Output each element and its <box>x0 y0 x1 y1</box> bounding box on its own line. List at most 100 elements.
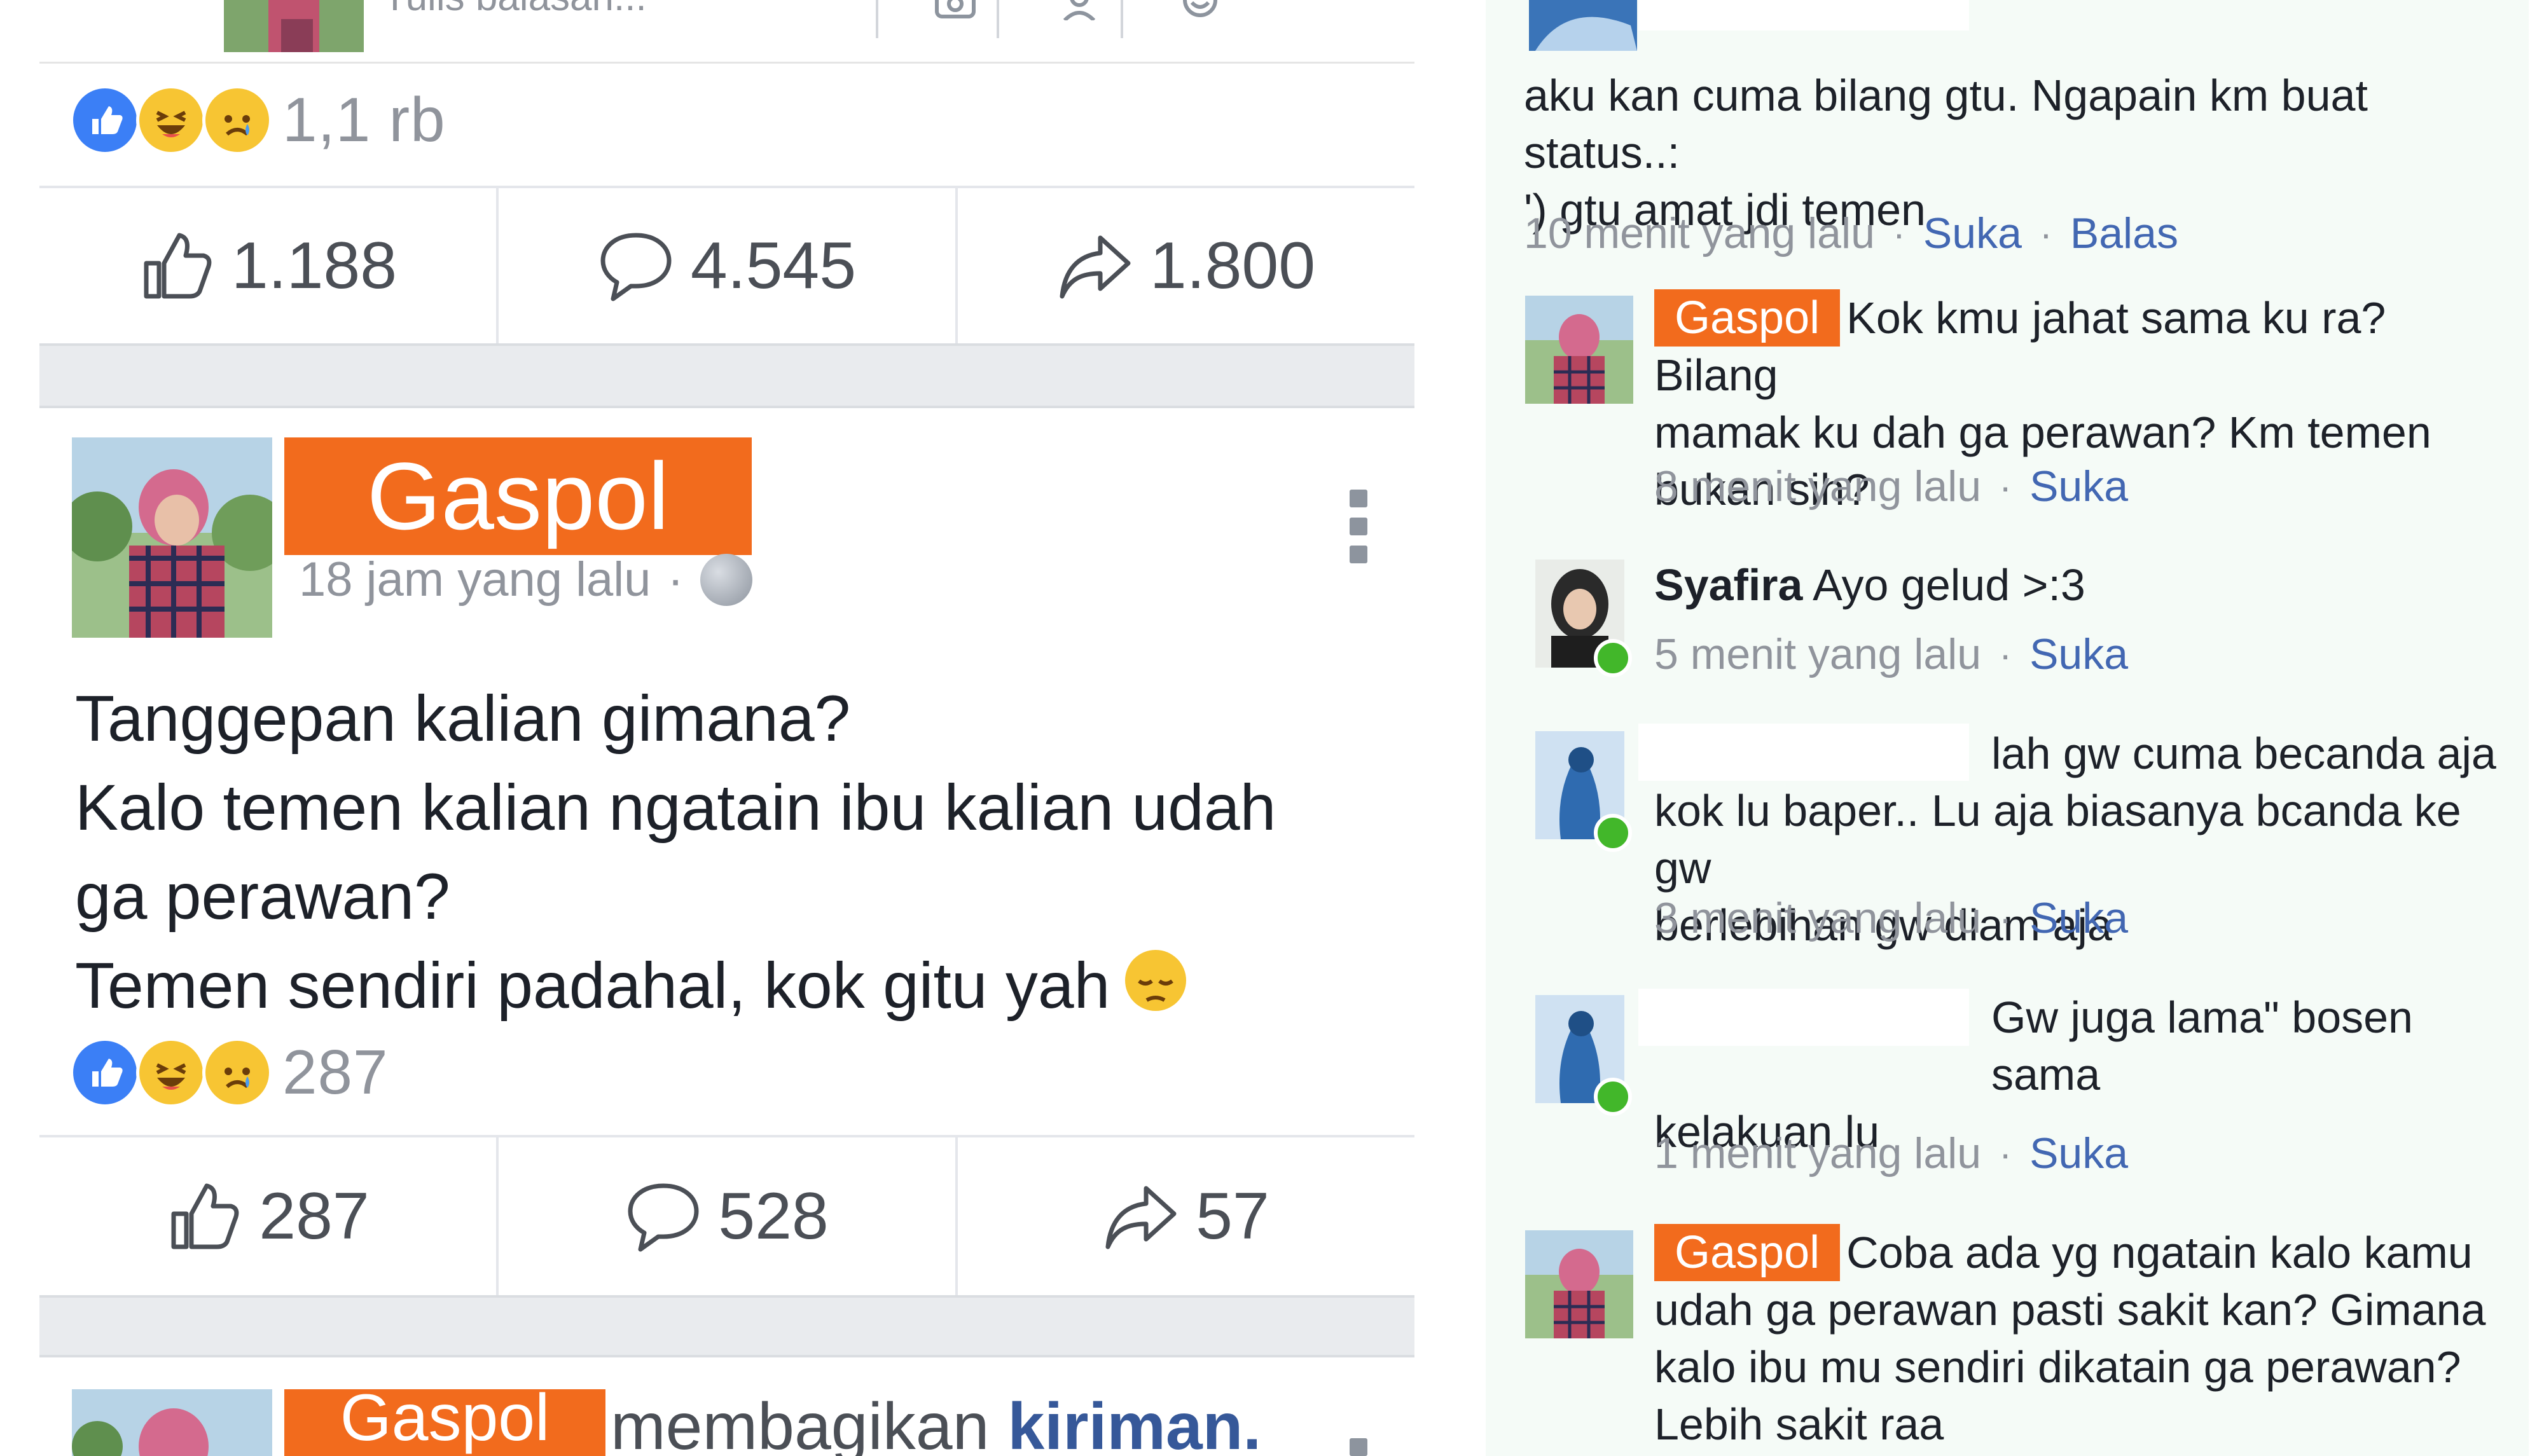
author-name[interactable]: Gaspol <box>284 1381 605 1456</box>
like-count: 287 <box>259 1179 370 1253</box>
comment-line: Coba ada yg ngatain kalo kamu <box>1846 1228 2473 1277</box>
reaction-summary[interactable]: 287 <box>70 1036 389 1108</box>
meta-dot: · <box>2039 212 2052 255</box>
reaction-summary[interactable]: 1,1 rb <box>70 84 446 156</box>
meta-dot: · <box>1999 896 2012 940</box>
avatar <box>224 0 364 52</box>
post-action-bar: 1.188 4.545 1.800 <box>39 186 1414 343</box>
like-reaction-icon <box>70 85 140 155</box>
comment-line: Lebih sakit raa <box>1654 1399 1944 1449</box>
like-comment-link[interactable]: Suka <box>2029 893 2128 943</box>
haha-reaction-icon <box>136 1037 206 1108</box>
comment-meta: 5 menit yang lalu · Suka <box>1654 629 2128 679</box>
sad-reaction-icon <box>202 85 272 155</box>
like-comment-link[interactable]: Suka <box>2029 629 2128 679</box>
post-line-with-emoji: Temen sendiri padahal, kok gitu yah <box>75 941 1398 1030</box>
sticker-icon[interactable] <box>1057 0 1102 27</box>
shared-post-link[interactable]: kiriman. <box>1007 1390 1261 1456</box>
divider <box>1121 0 1123 38</box>
reaction-count: 1,1 rb <box>282 85 446 155</box>
pensive-emoji-icon <box>1125 950 1187 1011</box>
comment-meta: 3 menit yang lalu · Suka <box>1654 893 2128 943</box>
post-line: Tanggepan kalian gimana? <box>75 682 851 755</box>
share-button[interactable]: 57 <box>958 1137 1414 1295</box>
comments-panel: aku kan cuma bilang gtu. Ngapain km buat… <box>1486 0 2544 1456</box>
author-avatar[interactable] <box>72 437 272 638</box>
comment-line: Gw juga lama" bosen sama <box>1991 992 2413 1099</box>
reaction-count: 287 <box>282 1037 389 1107</box>
online-status-icon <box>1594 814 1632 852</box>
comment-time[interactable]: 5 menit yang lalu <box>1654 629 1981 679</box>
shared-post-line: membagikan kiriman. <box>611 1389 1261 1456</box>
more-options-icon[interactable] <box>1350 490 1369 573</box>
post-time[interactable]: 18 jam yang lalu <box>299 552 651 607</box>
divider <box>997 0 999 38</box>
like-button[interactable]: 1.188 <box>39 188 499 343</box>
share-arrow-icon <box>1060 235 1131 299</box>
author-name[interactable]: Gaspol <box>284 437 752 555</box>
meta-dot: · <box>1999 633 2012 676</box>
commenter-avatar[interactable] <box>1529 0 1637 51</box>
comment-text: Syafira Ayo gelud >:3 <box>1654 556 2519 614</box>
reply-comment-link[interactable]: Balas <box>2070 209 2178 258</box>
like-count: 1.188 <box>231 228 398 303</box>
comment-button[interactable]: 528 <box>499 1137 958 1295</box>
comment-time[interactable]: 8 menit yang lalu <box>1654 462 1981 511</box>
comment-meta: 1 menit yang lalu · Suka <box>1654 1129 2128 1178</box>
share-count: 1.800 <box>1149 228 1316 303</box>
reply-composer[interactable]: Tulis balasan... <box>39 0 1414 64</box>
like-comment-link[interactable]: Suka <box>2029 462 2128 511</box>
comment-count: 528 <box>718 1179 829 1253</box>
divider <box>876 0 878 38</box>
post-line: Temen sendiri padahal, kok gitu yah <box>75 949 1110 1022</box>
sad-reaction-icon <box>202 1037 272 1108</box>
comment-line: mamak ku dah ga perawan? Km temen <box>1654 408 2431 457</box>
emoji-icon[interactable] <box>1178 0 1222 27</box>
post-feed-panel: Tulis balasan... 1,1 rb 1.188 <box>0 0 1444 1456</box>
feed-separator <box>39 1295 1414 1357</box>
online-status-icon <box>1594 1078 1632 1116</box>
comment-count: 4.545 <box>690 228 857 303</box>
comment-button[interactable]: 4.545 <box>499 188 958 343</box>
comment-line: udah ga perawan pasti sakit kan? Gimana <box>1654 1285 2486 1335</box>
redacted-name <box>1638 0 1969 31</box>
comment-line: Ayo gelud >:3 <box>1813 560 2085 610</box>
commenter-name[interactable]: Gaspol <box>1654 1224 1841 1281</box>
comment-time[interactable]: 3 menit yang lalu <box>1654 893 1981 943</box>
comment-meta: 10 menit yang lalu · Suka · Balas <box>1524 209 2178 258</box>
like-comment-link[interactable]: Suka <box>1923 209 2022 258</box>
comment-bubble-icon <box>600 233 672 301</box>
commenter-avatar[interactable] <box>1525 296 1633 404</box>
meta-dot: · <box>1999 465 2012 508</box>
comment-meta: 8 menit yang lalu · Suka <box>1654 462 2128 511</box>
camera-icon[interactable] <box>933 0 978 27</box>
comment-time[interactable]: 10 menit yang lalu <box>1524 209 1875 258</box>
online-status-icon <box>1594 639 1632 677</box>
comment-time[interactable]: 1 menit yang lalu <box>1654 1129 1981 1178</box>
like-button[interactable]: 287 <box>39 1137 499 1295</box>
post-line: Kalo temen kalian ngatain ibu kalian uda… <box>75 771 1276 844</box>
commenter-name[interactable]: Syafira <box>1654 560 1802 610</box>
shared-action-text: membagikan <box>611 1390 990 1456</box>
share-count: 57 <box>1196 1179 1269 1253</box>
comment-line: aku kan cuma bilang gtu. Ngapain km buat… <box>1524 71 2368 177</box>
author-avatar[interactable] <box>72 1389 272 1456</box>
globe-icon <box>700 553 752 606</box>
meta-dot: · <box>1999 1132 2012 1175</box>
thumbs-up-icon <box>171 1183 239 1249</box>
meta-dot: · <box>667 553 684 607</box>
post-action-bar: 287 528 57 <box>39 1135 1414 1295</box>
feed-separator <box>39 343 1414 408</box>
commenter-name[interactable]: Gaspol <box>1654 289 1841 347</box>
like-comment-link[interactable]: Suka <box>2029 1129 2128 1178</box>
like-reaction-icon <box>70 1037 140 1108</box>
post-line: ga perawan? <box>75 860 450 933</box>
share-button[interactable]: 1.800 <box>958 188 1414 343</box>
share-arrow-icon <box>1105 1186 1177 1249</box>
comment-bubble-icon <box>628 1183 699 1252</box>
commenter-avatar[interactable] <box>1525 1230 1633 1338</box>
comment-text: Gaspol Coba ada yg ngatain kalo kamu udah… <box>1654 1224 2519 1453</box>
reply-input[interactable]: Tulis balasan... <box>383 0 647 20</box>
comment-line: kok lu baper.. Lu aja biasanya bcanda ke… <box>1654 786 2461 893</box>
more-options-icon[interactable] <box>1350 1438 1369 1456</box>
